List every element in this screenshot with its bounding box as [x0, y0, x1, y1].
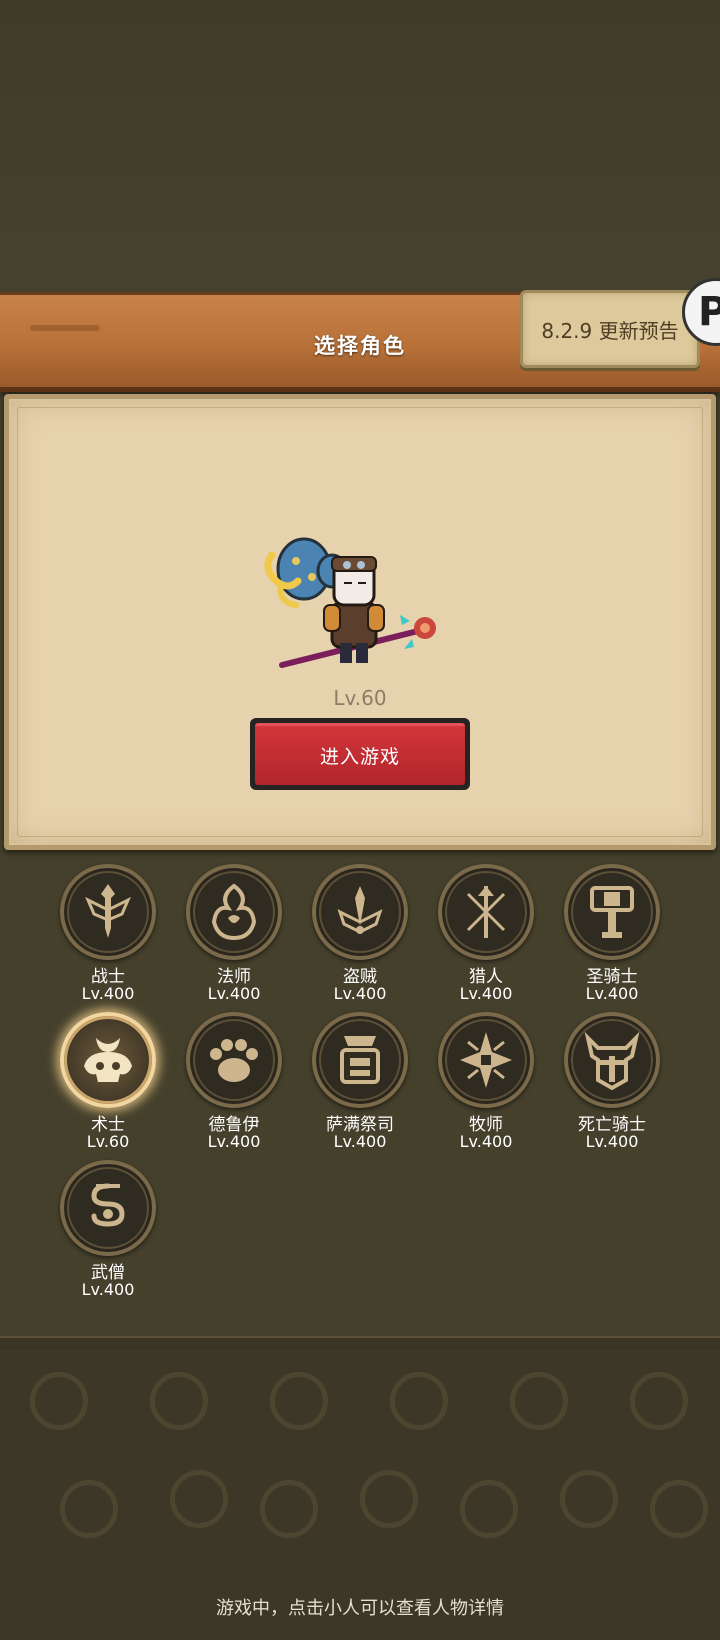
hunter-arrows-icon — [466, 886, 506, 938]
class-level: Lv.60 — [86, 1132, 130, 1151]
watermark-emblem-icon — [260, 1480, 318, 1538]
hero-level: Lv.60 — [333, 686, 387, 710]
rogue-daggers-icon — [337, 886, 383, 934]
class-level: Lv.400 — [333, 984, 387, 1003]
class-level: Lv.400 — [207, 984, 261, 1003]
class-level: Lv.400 — [459, 1132, 513, 1151]
druid-paw-icon — [210, 1039, 258, 1082]
class-level: Lv.400 — [585, 984, 639, 1003]
class-shaman[interactable]: 萨满祭司 Lv.400 — [297, 1012, 423, 1152]
watermark-emblem-icon — [630, 1372, 688, 1430]
class-badge — [564, 1012, 660, 1108]
class-level: Lv.400 — [585, 1132, 639, 1151]
watermark-emblem-icon — [150, 1372, 208, 1430]
enter-game-label: 进入游戏 — [255, 723, 465, 785]
fab-logo-icon: P — [698, 289, 720, 335]
class-badge — [60, 864, 156, 960]
class-monk[interactable]: 武僧 Lv.400 — [45, 1160, 171, 1300]
watermark-emblem-icon — [460, 1480, 518, 1538]
class-mage[interactable]: 法师 Lv.400 — [171, 864, 297, 1004]
class-priest[interactable]: 牧师 Lv.400 — [423, 1012, 549, 1152]
hero-character[interactable] — [262, 535, 452, 675]
class-paladin[interactable]: 圣骑士 Lv.400 — [549, 864, 675, 1004]
watermark-emblem-icon — [170, 1470, 228, 1528]
class-warlock[interactable]: 术士 Lv.60 — [45, 1012, 171, 1152]
class-badge — [186, 1012, 282, 1108]
watermark-emblem-icon — [560, 1470, 618, 1528]
class-level: Lv.400 — [459, 984, 513, 1003]
warlock-skull-icon — [84, 1038, 132, 1082]
priest-star-icon — [460, 1032, 512, 1088]
footer-hint: 游戏中，点击小人可以查看人物详情 — [216, 1598, 504, 1619]
class-level: Lv.400 — [81, 984, 135, 1003]
class-badge-selected — [60, 1012, 156, 1108]
update-notice-button[interactable]: 8.2.9 更新预告 — [520, 290, 700, 368]
watermark-emblem-icon — [30, 1372, 88, 1430]
watermark-emblem-icon — [510, 1372, 568, 1430]
class-rogue[interactable]: 盗贼 Lv.400 — [297, 864, 423, 1004]
class-level: Lv.400 — [207, 1132, 261, 1151]
class-badge — [186, 864, 282, 960]
class-badge — [60, 1160, 156, 1256]
class-level: Lv.400 — [333, 1132, 387, 1151]
class-druid[interactable]: 德鲁伊 Lv.400 — [171, 1012, 297, 1152]
paladin-hammer-icon — [590, 886, 634, 938]
watermark-emblem-icon — [390, 1372, 448, 1430]
class-hunter[interactable]: 猎人 Lv.400 — [423, 864, 549, 1004]
monk-swirl-icon — [91, 1183, 125, 1227]
watermark-emblem-icon — [270, 1372, 328, 1430]
warrior-sword-icon — [85, 884, 131, 938]
class-badge — [438, 1012, 534, 1108]
class-badge — [564, 864, 660, 960]
watermark-emblem-icon — [650, 1480, 708, 1538]
deathknight-helm-icon — [584, 1031, 640, 1091]
shaman-totem-icon — [340, 1036, 380, 1084]
mage-flame-icon — [211, 883, 257, 941]
top-background — [0, 0, 720, 292]
enter-game-button[interactable]: 进入游戏 — [250, 718, 470, 790]
watermark-emblem-icon — [60, 1480, 118, 1538]
class-level: Lv.400 — [81, 1280, 135, 1299]
class-warrior[interactable]: 战士 Lv.400 — [45, 864, 171, 1004]
class-badge — [438, 864, 534, 960]
watermark-emblem-icon — [360, 1470, 418, 1528]
class-badge — [312, 864, 408, 960]
class-death-knight[interactable]: 死亡骑士 Lv.400 — [549, 1012, 675, 1152]
class-badge — [312, 1012, 408, 1108]
